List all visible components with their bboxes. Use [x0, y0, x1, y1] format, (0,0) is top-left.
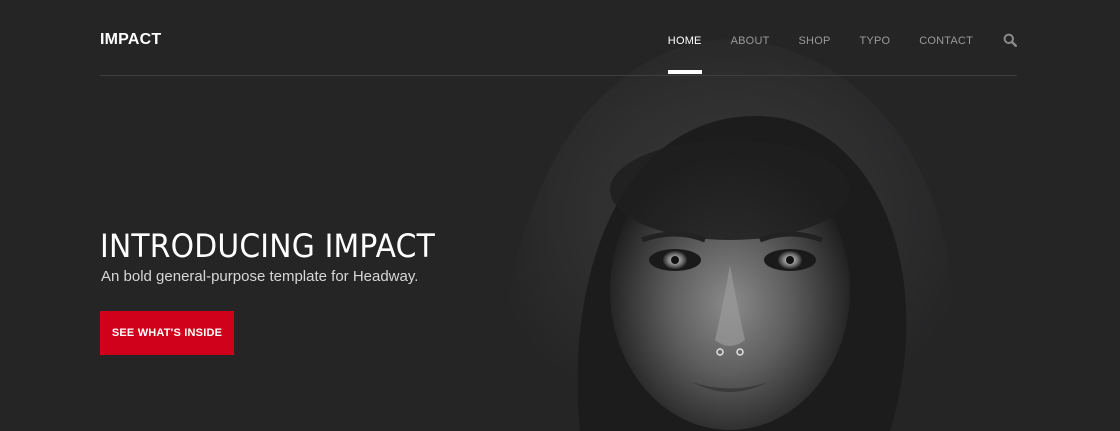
hero-title: INTRODUCING IMPACT: [100, 227, 436, 265]
nav-item-contact[interactable]: CONTACT: [919, 0, 973, 75]
nav-item-about[interactable]: ABOUT: [731, 0, 770, 75]
see-whats-inside-button[interactable]: SEE WHAT'S INSIDE: [100, 311, 234, 355]
main-nav: HOME ABOUT SHOP TYPO CONTACT: [667, 0, 1017, 75]
nav-item-typo[interactable]: TYPO: [860, 0, 891, 75]
site-logo[interactable]: IMPACT: [100, 31, 161, 49]
page: IMPACT HOME ABOUT SHOP TYPO CONTACT INTR…: [0, 0, 1120, 431]
site-header: IMPACT HOME ABOUT SHOP TYPO CONTACT: [100, 0, 1017, 76]
hero-subtitle: An bold general-purpose template for Hea…: [101, 268, 419, 285]
nav-item-home[interactable]: HOME: [667, 0, 702, 75]
nav-item-shop[interactable]: SHOP: [799, 0, 831, 75]
search-icon: [1003, 33, 1017, 47]
search-button[interactable]: [1003, 0, 1017, 75]
